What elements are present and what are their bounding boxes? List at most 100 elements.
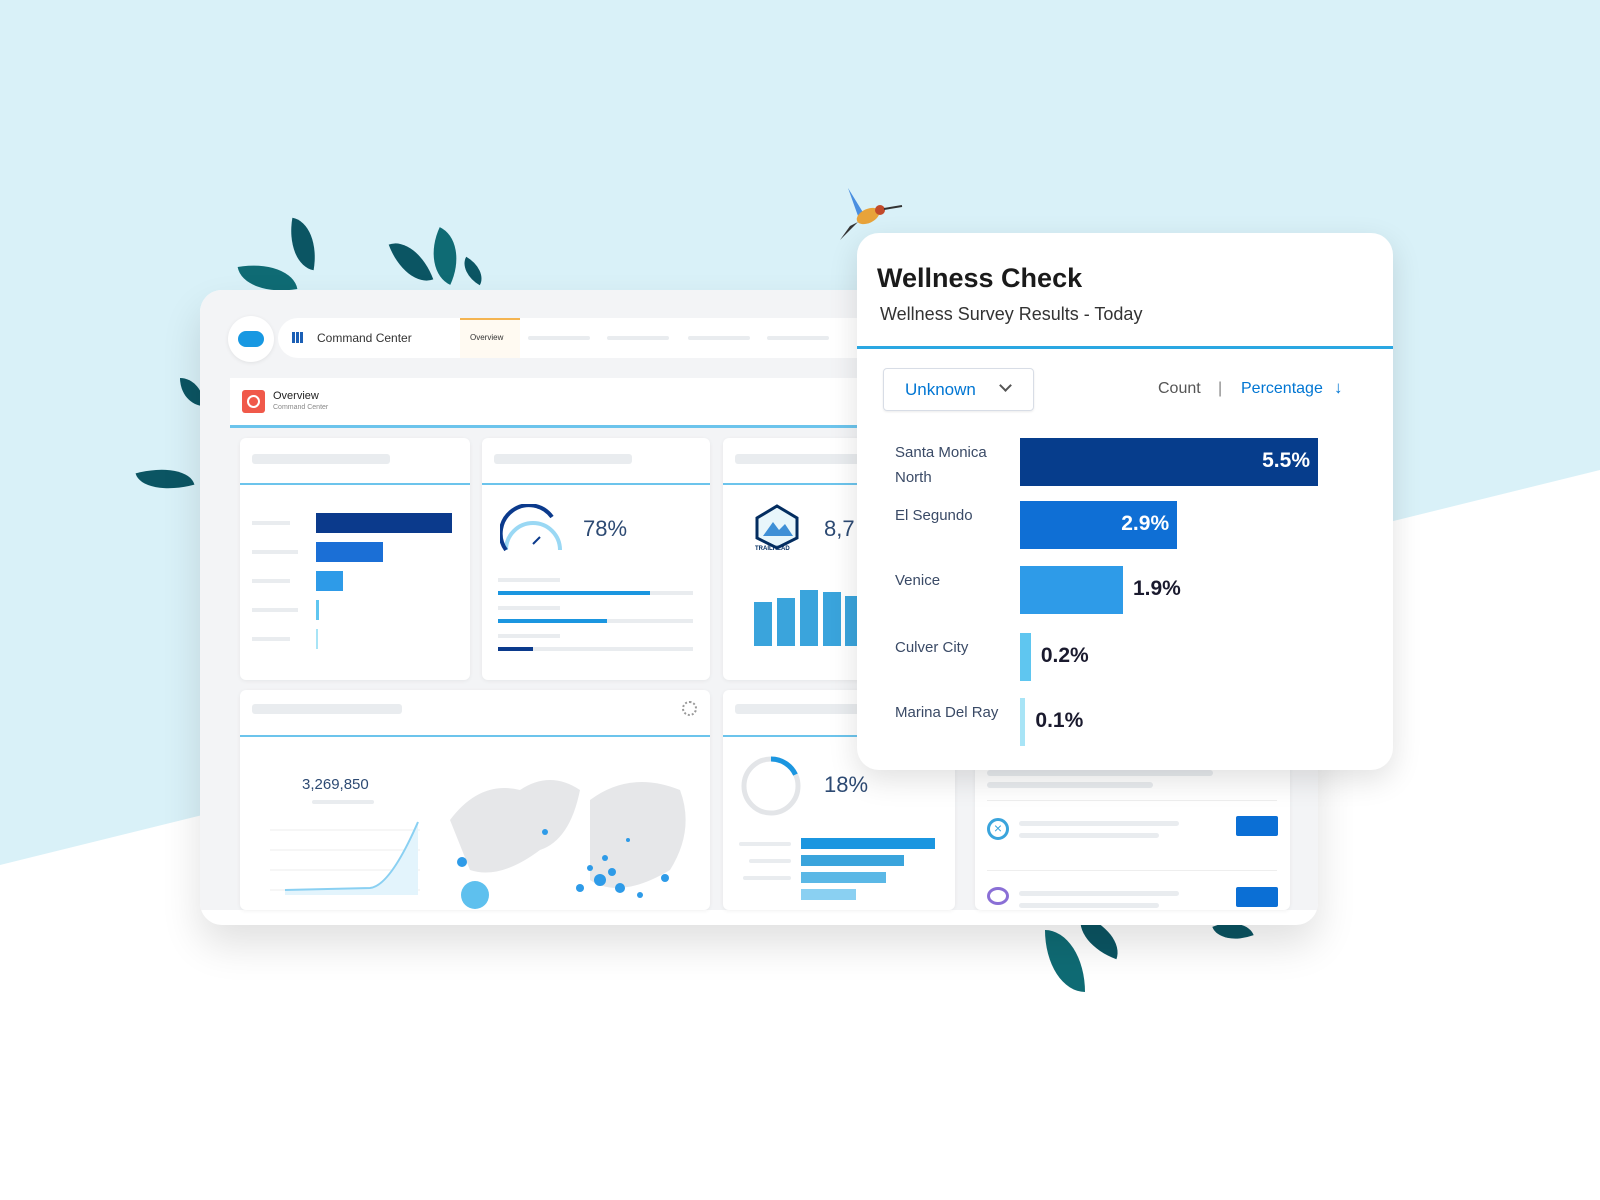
tab-placeholder[interactable] (528, 336, 590, 340)
top-nav: Command Center Overview (278, 318, 858, 358)
bar-chart-card (240, 438, 470, 680)
label-placeholder (252, 637, 290, 641)
page-subtitle: Command Center (273, 404, 329, 411)
bar (1020, 698, 1026, 746)
tab-overview[interactable]: Overview (460, 318, 520, 358)
hbar (801, 838, 935, 849)
bar (316, 629, 318, 649)
wellness-divider (857, 346, 1393, 349)
tab-placeholder[interactable] (767, 336, 829, 340)
trailhead-value: 8,7 (824, 516, 855, 541)
salesforce-logo[interactable] (228, 316, 274, 362)
bar-category-label: El Segundo (895, 507, 973, 524)
gauge-icon (242, 390, 265, 413)
value-subtext-placeholder (312, 800, 374, 804)
chevron-down-icon (999, 379, 1012, 392)
bar (1020, 566, 1123, 614)
list-card: × (975, 760, 1290, 910)
bar-category-label: Santa Monica North (895, 444, 987, 486)
close-circle-icon: × (987, 818, 1009, 840)
column-bar (823, 592, 841, 646)
list-item[interactable]: × (987, 800, 1278, 860)
column-bar (777, 598, 795, 646)
card-title-placeholder (735, 704, 875, 714)
progress-fill (498, 619, 608, 623)
bar-value-label: 0.1% (1035, 709, 1084, 732)
hbar (801, 872, 886, 883)
app-launcher-icon[interactable] (292, 332, 303, 343)
card-divider (482, 483, 710, 485)
total-value: 3,269,850 (302, 776, 369, 793)
card-title-placeholder (252, 454, 390, 464)
list-header-placeholder (987, 770, 1213, 776)
card-title-placeholder (494, 454, 632, 464)
hbar (801, 855, 904, 866)
wellness-title: Wellness Check (877, 263, 1083, 293)
label-placeholder (252, 550, 298, 554)
action-button[interactable] (1236, 816, 1278, 836)
toggle-separator: | (1218, 380, 1223, 397)
column-bar (754, 602, 772, 646)
bar (316, 542, 383, 562)
progress-label-placeholder (498, 578, 560, 582)
bar-value-label: 0.2% (1040, 644, 1089, 667)
bar-value-label: 5.5% (1262, 449, 1310, 472)
label-placeholder (252, 521, 290, 525)
trailhead-logo (755, 504, 799, 550)
wellness-subtitle: Wellness Survey Results - Today (880, 304, 1143, 324)
gauge-value: 78% (583, 516, 628, 541)
card-divider (240, 735, 710, 737)
hbar (801, 889, 856, 900)
bar-category-label: Marina Del Ray (895, 704, 999, 721)
bar (316, 571, 343, 591)
line-chart (270, 821, 420, 895)
progress-fill (498, 647, 534, 651)
list-header-placeholder (987, 782, 1153, 788)
label-placeholder (252, 608, 298, 612)
trailhead-card: TRAILHEAD 8,7 (723, 438, 863, 680)
gauge-card: 78% (482, 438, 710, 680)
label-placeholder (739, 842, 791, 846)
bar-category-label: Culver City (895, 639, 969, 656)
label-placeholder (252, 579, 290, 583)
progress-label-placeholder (498, 606, 560, 610)
text-placeholder (1019, 903, 1159, 908)
cloud-icon (238, 331, 264, 347)
arrow-down-icon[interactable]: ↓ (1334, 378, 1343, 398)
world-map (450, 780, 686, 909)
bar-value-label: 1.9% (1132, 577, 1181, 600)
card-divider (723, 483, 863, 485)
bar-value-label: 2.9% (1121, 512, 1170, 535)
bar (316, 513, 452, 533)
page-title: Overview (273, 390, 319, 402)
page-header: Overview Command Center (230, 378, 860, 428)
map-card: 3,269,850 (240, 690, 710, 910)
donut-chart (741, 756, 801, 816)
action-button[interactable] (1236, 887, 1278, 907)
app-name: Command Center (317, 331, 412, 345)
gauge-chart (500, 504, 562, 552)
trailhead-logo-text: TRAILHEAD (755, 546, 790, 552)
progress-label-placeholder (498, 634, 560, 638)
text-placeholder (1019, 821, 1179, 826)
tab-placeholder[interactable] (607, 336, 669, 340)
column-bar (800, 590, 818, 646)
text-placeholder (1019, 891, 1179, 896)
list-item[interactable] (987, 870, 1278, 910)
label-placeholder (749, 859, 791, 863)
group-icon (987, 887, 1009, 905)
tab-placeholder[interactable] (688, 336, 750, 340)
percentage-toggle[interactable]: Percentage (1241, 380, 1323, 398)
card-divider (240, 483, 470, 485)
filter-dropdown[interactable]: Unknown (883, 368, 1034, 411)
card-title-placeholder (252, 704, 402, 714)
donut-value: 18% (824, 772, 869, 797)
gear-icon[interactable] (682, 701, 697, 716)
bar (316, 600, 319, 620)
card-title-placeholder (735, 454, 863, 464)
count-toggle[interactable]: Count (1158, 380, 1201, 398)
bar-category-label: Venice (895, 572, 941, 589)
text-placeholder (1019, 833, 1159, 838)
wellness-check-card: Wellness Check Wellness Survey Results -… (857, 233, 1393, 770)
label-placeholder (743, 876, 791, 880)
